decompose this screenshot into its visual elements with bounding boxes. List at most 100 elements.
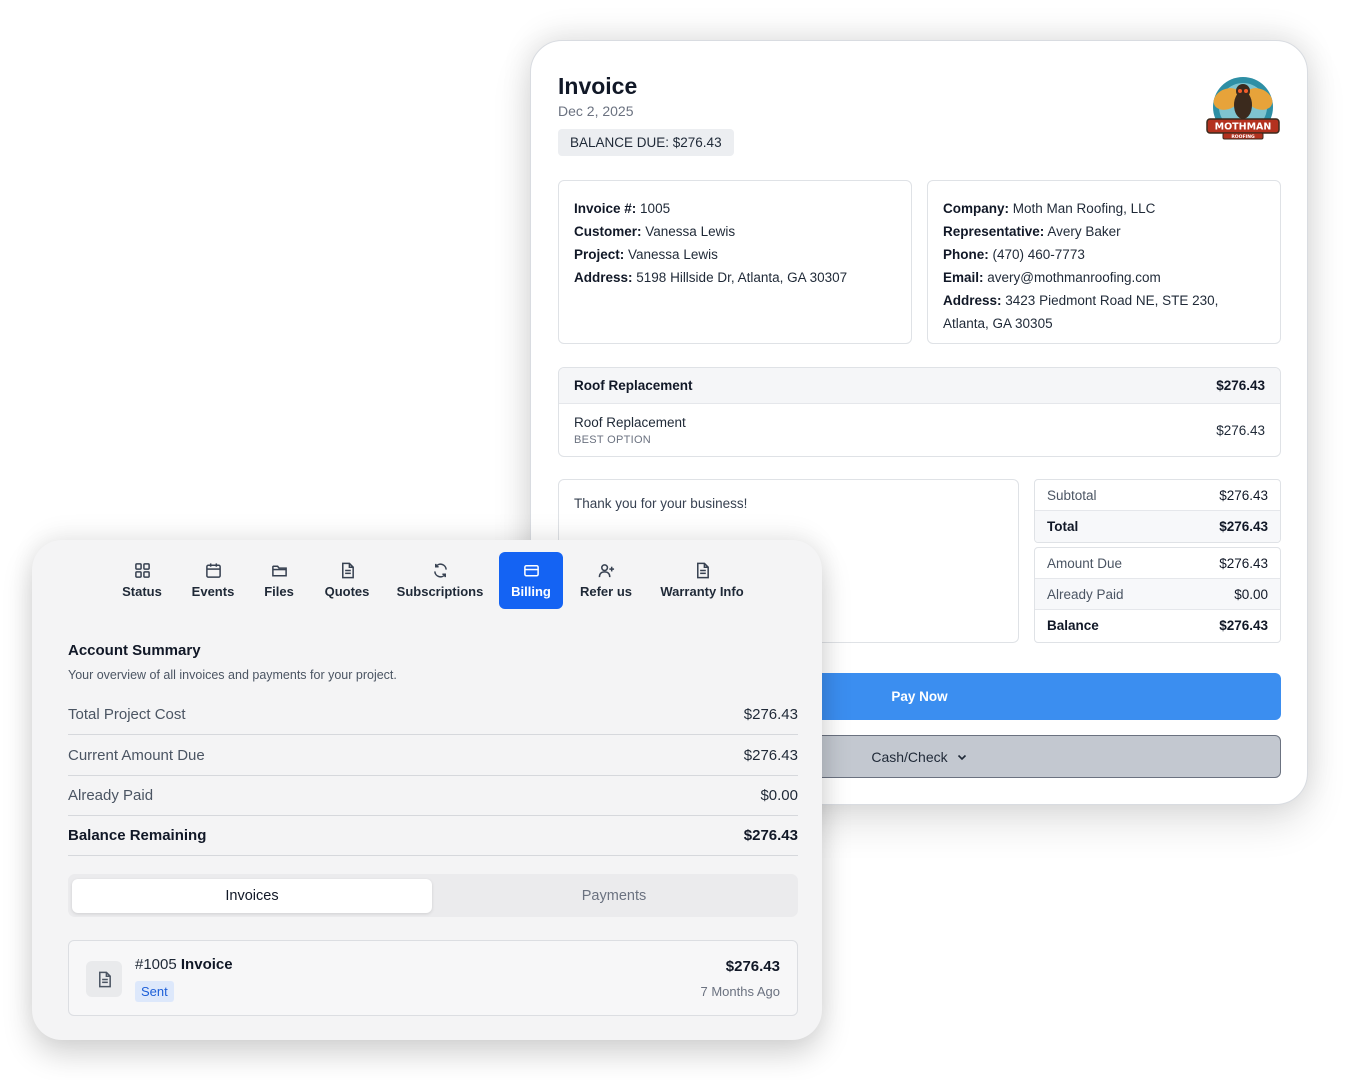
balance-row: Balance $276.43 xyxy=(1035,610,1280,641)
tab-refer-us[interactable]: Refer us xyxy=(574,552,638,609)
already-paid-row: Already Paid $0.00 xyxy=(1035,579,1280,610)
summary-label: Already Paid xyxy=(68,787,154,804)
field-label: Representative: xyxy=(943,224,1045,239)
tab-billing[interactable]: Billing xyxy=(499,552,563,609)
summary-value: $276.43 xyxy=(743,827,798,844)
summary-value: $276.43 xyxy=(743,706,798,723)
tab-label: Events xyxy=(191,584,235,599)
totals-label: Total xyxy=(1047,519,1079,534)
field-label: Customer: xyxy=(574,224,642,239)
summary-row-already-paid: Already Paid $0.00 xyxy=(68,776,798,816)
company-name: Moth Man Roofing, LLC xyxy=(1012,201,1156,216)
invoice-list-number: #1005 xyxy=(135,956,177,973)
project-tabs: Status Events Files Quotes Subscriptions… xyxy=(32,552,822,610)
summary-row-total-project-cost: Total Project Cost $276.43 xyxy=(68,695,798,735)
totals-value: $276.43 xyxy=(1219,618,1268,633)
invoice-date: Dec 2, 2025 xyxy=(558,103,634,119)
line-items-header: Roof Replacement $276.43 xyxy=(559,368,1280,404)
calendar-icon xyxy=(205,563,221,578)
invoice-title: Invoice xyxy=(558,73,638,99)
summary-label: Total Project Cost xyxy=(68,706,186,723)
line-item: Roof Replacement BEST OPTION $276.43 xyxy=(559,404,1280,456)
line-items-table: Roof Replacement $276.43 Roof Replacemen… xyxy=(558,367,1281,457)
phone-row: Phone: (470) 460-7773 xyxy=(943,243,1265,266)
field-label: Email: xyxy=(943,270,984,285)
tab-warranty-info[interactable]: Warranty Info xyxy=(654,552,750,609)
field-label: Address: xyxy=(574,270,633,285)
email-row: Email: avery@mothmanroofing.com xyxy=(943,266,1265,289)
total-row: Total $276.43 xyxy=(1035,511,1280,542)
amount-due-row: Amount Due $276.43 xyxy=(1035,548,1280,579)
section-amount: $276.43 xyxy=(1216,378,1265,393)
invoice-list-amount: $276.43 xyxy=(725,958,780,975)
totals-value: $276.43 xyxy=(1219,555,1268,571)
company-phone: (470) 460-7773 xyxy=(992,247,1085,262)
totals-value: $276.43 xyxy=(1219,519,1268,534)
line-item-name: Roof Replacement xyxy=(574,415,686,430)
totals-box: Subtotal $276.43 Total $276.43 xyxy=(1034,479,1281,543)
account-summary-card: Status Events Files Quotes Subscriptions… xyxy=(32,540,822,1040)
totals-label: Amount Due xyxy=(1047,555,1123,571)
field-label: Company: xyxy=(943,201,1010,216)
invoice-list-age: 7 Months Ago xyxy=(700,984,781,999)
customer-row: Customer: Vanessa Lewis xyxy=(574,220,896,243)
tab-status[interactable]: Status xyxy=(112,552,172,609)
document-icon xyxy=(696,562,709,579)
document-icon xyxy=(341,562,354,579)
invoice-number-row: Invoice #: 1005 xyxy=(574,197,896,220)
totals-value: $0.00 xyxy=(1234,586,1268,602)
account-summary-subtitle: Your overview of all invoices and paymen… xyxy=(68,668,397,682)
summary-value: $0.00 xyxy=(760,787,798,804)
customer-address: 5198 Hillside Dr, Atlanta, GA 30307 xyxy=(636,270,848,285)
refresh-icon xyxy=(433,563,447,578)
invoices-tab[interactable]: Invoices xyxy=(72,879,432,913)
tab-label: Billing xyxy=(511,584,551,599)
summary-label: Balance Remaining xyxy=(68,827,207,844)
status-badge: Sent xyxy=(135,981,174,1002)
user-plus-icon xyxy=(598,564,614,578)
tab-label: Warranty Info xyxy=(660,584,744,599)
project-row: Project: Vanessa Lewis xyxy=(574,243,896,266)
company-row: Company: Moth Man Roofing, LLC xyxy=(943,197,1265,220)
line-item-option: BEST OPTION xyxy=(574,434,652,446)
field-label: Invoice #: xyxy=(574,201,637,216)
company-email[interactable]: avery@mothmanroofing.com xyxy=(987,270,1161,285)
tab-label: Refer us xyxy=(579,584,633,599)
tab-quotes[interactable]: Quotes xyxy=(316,552,378,609)
chevron-down-icon xyxy=(957,754,966,760)
tab-events[interactable]: Events xyxy=(182,552,244,609)
folder-icon xyxy=(271,565,287,577)
invoice-list-name: #1005 Invoice xyxy=(135,956,233,973)
invoice-list-item[interactable]: #1005 Invoice Sent $276.43 7 Months Ago xyxy=(68,940,798,1016)
field-label: Address: xyxy=(943,293,1002,308)
invoice-icon-box xyxy=(86,961,122,997)
summary-row-balance-remaining: Balance Remaining $276.43 xyxy=(68,816,798,856)
company-address-row: Address: 3423 Piedmont Road NE, STE 230,… xyxy=(943,289,1265,335)
company-info-box: Company: Moth Man Roofing, LLC Represent… xyxy=(927,180,1281,344)
line-item-amount: $276.43 xyxy=(1216,423,1265,438)
tab-subscriptions[interactable]: Subscriptions xyxy=(390,552,490,609)
totals-label: Already Paid xyxy=(1047,586,1124,602)
summary-row-current-amount-due: Current Amount Due $276.43 xyxy=(68,736,798,776)
section-title: Roof Replacement xyxy=(574,378,693,393)
line-item-details: Roof Replacement BEST OPTION xyxy=(574,415,686,446)
tab-label: Subscriptions xyxy=(396,584,484,599)
summary-value: $276.43 xyxy=(743,747,798,764)
credit-card-icon xyxy=(523,565,539,577)
customer-info-box: Invoice #: 1005 Customer: Vanessa Lewis … xyxy=(558,180,912,344)
grid-icon xyxy=(134,563,150,578)
tab-files[interactable]: Files xyxy=(254,552,304,609)
payments-tab[interactable]: Payments xyxy=(434,879,794,913)
balance-box: Amount Due $276.43 Already Paid $0.00 Ba… xyxy=(1034,547,1281,643)
field-label: Project: xyxy=(574,247,625,262)
summary-label: Current Amount Due xyxy=(68,747,205,764)
balance-due-badge: BALANCE DUE: $276.43 xyxy=(558,129,734,156)
invoice-number: 1005 xyxy=(640,201,671,216)
subtotal-row: Subtotal $276.43 xyxy=(1035,480,1280,511)
tab-label: Quotes xyxy=(324,584,370,599)
payment-method-label: Cash/Check xyxy=(871,748,948,765)
representative-name: Avery Baker xyxy=(1047,224,1121,239)
logo-text: MOTHMAN xyxy=(1215,122,1272,133)
account-summary-title: Account Summary xyxy=(68,642,201,659)
totals-value: $276.43 xyxy=(1219,487,1268,503)
